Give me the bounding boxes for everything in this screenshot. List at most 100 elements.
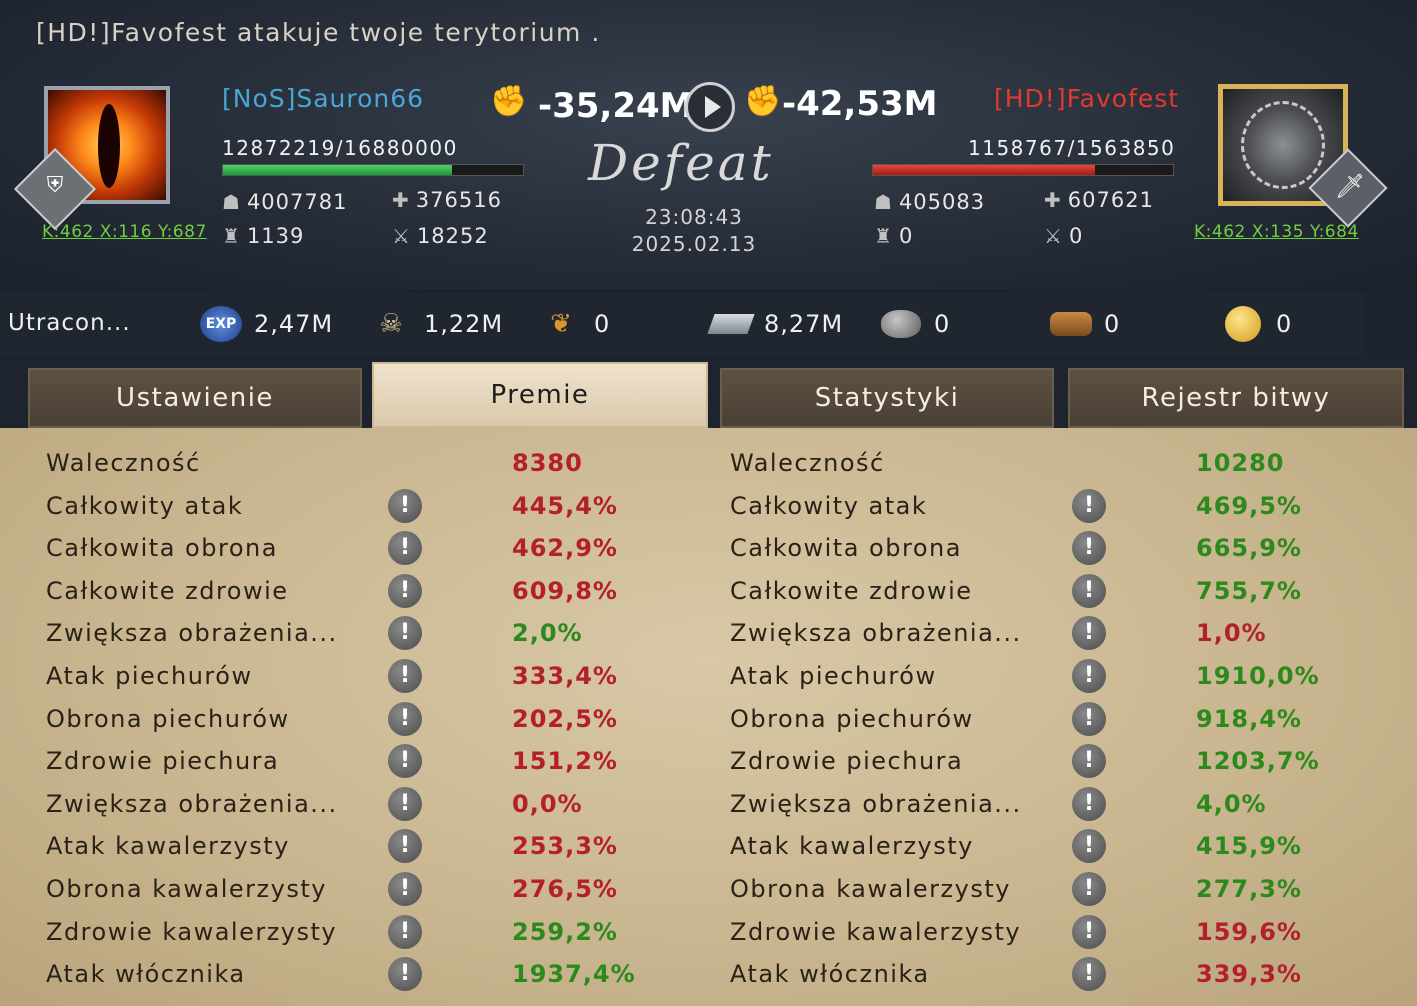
left-player-coords[interactable]: K:462 X:116 Y:687: [42, 222, 207, 242]
fist-icon: ✊: [744, 84, 782, 119]
bonus-value: 277,3%: [1196, 875, 1302, 903]
info-icon[interactable]: !: [1072, 744, 1106, 779]
kill-icon: ☠: [379, 309, 403, 339]
gold-icon: [1222, 306, 1264, 342]
bonus-name: Całkowita obrona: [730, 534, 962, 563]
left-tower-stat: ♜ 1139: [222, 224, 305, 248]
loss-iron: 8,27M: [707, 306, 843, 342]
bonus-name: Zwiększa obrażenia...: [730, 789, 1022, 818]
info-icon[interactable]: !: [1072, 616, 1106, 651]
loss-food: ❦ 0: [540, 306, 610, 342]
losses-bar: Utracon... EXP 2,47M ☠ 1,22M ❦ 0 8,27M 0…: [0, 292, 1365, 356]
attack-icon: ✚: [1044, 188, 1062, 212]
troops-icon: ☗: [874, 190, 893, 214]
iron-icon: [707, 306, 755, 342]
bonus-name: Całkowite zdrowie: [730, 576, 973, 605]
right-bonus-row: Zdrowie piechura! 1203,7%: [0, 740, 1319, 782]
info-icon[interactable]: !: [1072, 659, 1106, 693]
loss-wood: 0: [1050, 306, 1120, 342]
bonus-name: Zwiększa obrażenia...: [730, 619, 1022, 648]
battle-date: 2025.02.13: [631, 232, 757, 256]
info-icon[interactable]: !: [1072, 914, 1106, 949]
bonus-value: 10280: [1196, 449, 1285, 477]
info-icon[interactable]: !: [1072, 573, 1106, 608]
tab-ustawienie[interactable]: Ustawienie: [28, 368, 362, 428]
bonus-name: Obrona piechurów: [730, 704, 974, 733]
bonus-name: Atak kawalerzysty: [730, 832, 974, 861]
battle-datetime: 23:08:43 2025.02.13: [600, 204, 788, 258]
bonus-value: 665,9%: [1196, 534, 1302, 563]
left-wounded-stat: ⚔ 18252: [392, 224, 489, 248]
bonus-value: 339,3%: [1196, 960, 1302, 989]
right-bonus-row: Zwiększa obrażenia...! 1,0%: [0, 612, 1266, 654]
bonus-value: 1,0%: [1196, 619, 1267, 648]
battle-header: [HD!]Favofest atakuje twoje terytorium .…: [0, 0, 1417, 290]
right-power-loss: -42,53M: [782, 84, 938, 124]
bonus-value: 1203,7%: [1196, 747, 1320, 776]
loss-kills: ☠ 1,22M: [370, 306, 503, 342]
stone-icon: [880, 306, 922, 342]
bonuses-panel: Waleczność 8380 Całkowity atak! 445,4% Całko…: [0, 428, 1417, 1006]
bonus-value: 415,9%: [1196, 832, 1302, 861]
right-bonus-row: Całkowita obrona! 665,9%: [0, 527, 1301, 569]
loss-stone: 0: [880, 306, 950, 342]
left-troops-stat: ☗ 4007781: [222, 190, 348, 214]
bonus-value: 755,7%: [1196, 576, 1302, 605]
bonus-value: 159,6%: [1196, 917, 1302, 946]
crossed-swords-icon: ⚔: [392, 224, 411, 248]
info-icon[interactable]: !: [1072, 531, 1106, 566]
right-tower-stat: ♜ 0: [874, 224, 914, 248]
bonus-name: Zdrowie kawalerzysty: [730, 917, 1022, 946]
left-player-hp: 12872219/16880000: [222, 136, 458, 160]
right-bonus-row: Obrona kawalerzysty! 277,3%: [0, 868, 1301, 910]
left-player-name[interactable]: [NoS]Sauron66: [222, 84, 424, 113]
left-power-loss: -35,24M: [538, 86, 694, 126]
info-icon[interactable]: !: [1072, 786, 1106, 821]
crest-emblem: [1241, 101, 1325, 189]
bonus-name: Zdrowie piechura: [730, 747, 964, 776]
right-attack-stat: ✚ 607621: [1044, 188, 1154, 212]
info-icon[interactable]: !: [1072, 701, 1106, 736]
food-icon: ❦: [550, 309, 572, 339]
tower-icon: ♜: [222, 224, 241, 248]
right-troops-stat: ☗ 405083: [874, 190, 986, 214]
battle-result: Defeat: [588, 134, 774, 192]
right-bonus-row: Całkowite zdrowie! 755,7%: [0, 570, 1301, 612]
replay-button[interactable]: [685, 82, 735, 132]
bonus-name: Obrona kawalerzysty: [730, 875, 1011, 903]
left-hp-bar: [222, 164, 524, 176]
eye-pupil: [98, 104, 120, 188]
info-icon[interactable]: !: [1072, 829, 1106, 864]
info-icon[interactable]: !: [1072, 872, 1106, 906]
right-player-hp: 1158767/1563850: [968, 136, 1176, 160]
battle-time: 23:08:43: [645, 205, 743, 229]
right-player-coords[interactable]: K:462 X:135 Y:684: [1194, 222, 1359, 242]
bonus-name: Atak włócznika: [730, 960, 930, 989]
right-bonus-row: Atak kawalerzysty! 415,9%: [0, 825, 1301, 867]
tower-icon: ♜: [874, 224, 893, 248]
right-player-name[interactable]: [HD!]Favofest: [994, 84, 1179, 113]
info-icon[interactable]: !: [1072, 488, 1106, 523]
fist-icon: ✊: [490, 84, 528, 119]
loss-gold: 0: [1222, 306, 1292, 342]
tab-rejestr-bitwy[interactable]: Rejestr bitwy: [1068, 368, 1404, 428]
bonus-value: 4,0%: [1196, 789, 1267, 818]
wood-icon: [1050, 306, 1092, 342]
tab-statystyki[interactable]: Statystyki: [720, 368, 1054, 428]
right-bonus-row: Zwiększa obrażenia...! 4,0%: [0, 783, 1266, 825]
loss-exp: EXP 2,47M: [200, 306, 333, 342]
bonus-name: Waleczność: [730, 449, 885, 477]
tab-premie[interactable]: Premie: [372, 362, 708, 428]
left-attack-stat: ✚ 376516: [392, 188, 502, 212]
exp-icon: EXP: [200, 306, 242, 342]
bonus-name: Atak piechurów: [730, 662, 937, 690]
info-icon[interactable]: !: [1072, 957, 1106, 992]
bonus-value: 918,4%: [1196, 704, 1302, 733]
losses-label: Utracon...: [8, 310, 131, 336]
right-bonus-row: Atak piechurów! 1910,0%: [0, 655, 1319, 697]
right-wounded-stat: ⚔ 0: [1044, 224, 1084, 248]
right-bonus-row: Zdrowie kawalerzysty! 159,6%: [0, 911, 1301, 953]
right-bonus-row: Obrona piechurów! 918,4%: [0, 698, 1301, 740]
right-bonus-row: Waleczność 10280: [0, 442, 1284, 484]
troops-icon: ☗: [222, 190, 241, 214]
